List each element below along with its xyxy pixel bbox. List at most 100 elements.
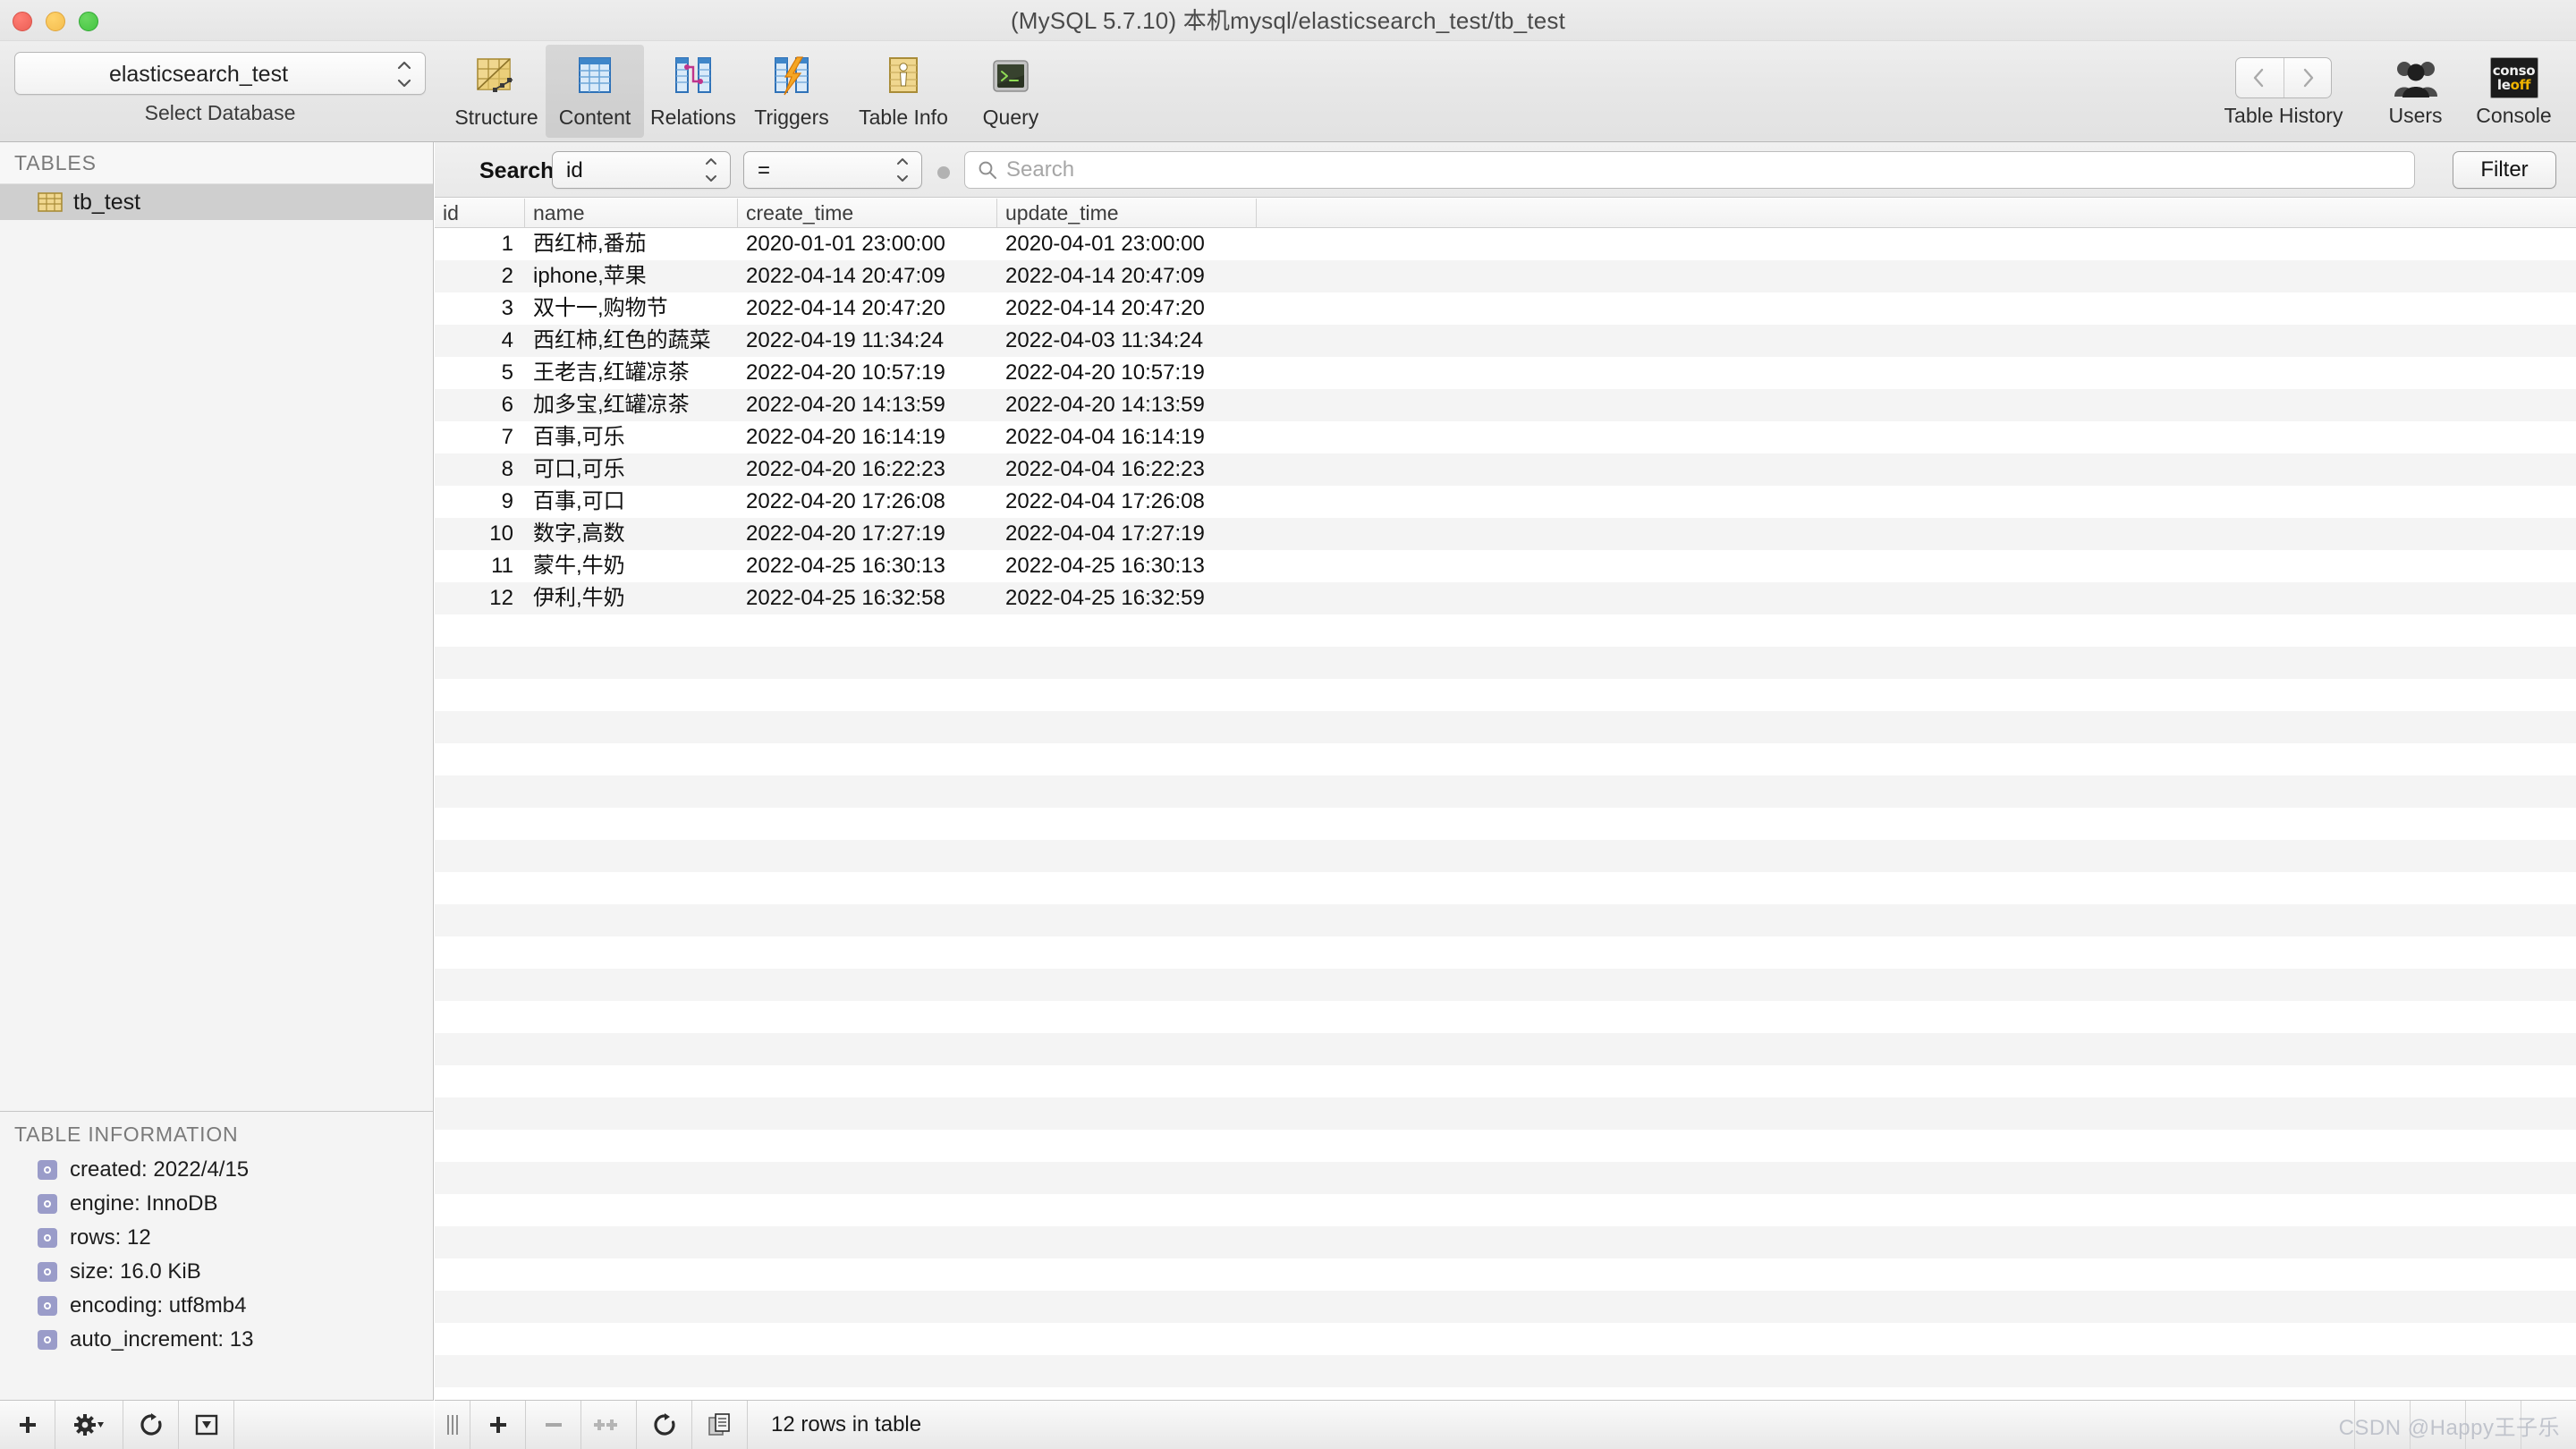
cell-update_time[interactable]	[996, 1258, 1256, 1291]
cell-name[interactable]	[524, 775, 737, 808]
cell-update_time[interactable]	[996, 1097, 1256, 1130]
table-row[interactable]: 10 数字,高数 2022-04-20 17:27:19 2022-04-04 17:…	[435, 518, 2576, 550]
history-forward-button[interactable]	[2284, 58, 2332, 97]
table-row[interactable]	[435, 647, 2576, 679]
cell-create_time[interactable]: 2022-04-20 10:57:19	[737, 357, 996, 389]
cell-create_time[interactable]: 2022-04-19 11:34:24	[737, 325, 996, 357]
cell-create_time[interactable]	[737, 904, 996, 936]
cell-name[interactable]	[524, 1387, 737, 1400]
cell-update_time[interactable]	[996, 1033, 1256, 1065]
table-row[interactable]	[435, 1258, 2576, 1291]
cell-create_time[interactable]	[737, 808, 996, 840]
cell-name[interactable]	[524, 1097, 737, 1130]
cell-create_time[interactable]	[737, 1387, 996, 1400]
table-row[interactable]: 8 可口,可乐 2022-04-20 16:22:23 2022-04-04 16:2…	[435, 453, 2576, 486]
cell-create_time[interactable]	[737, 1226, 996, 1258]
cell-create_time[interactable]	[737, 1001, 996, 1033]
table-row[interactable]	[435, 1130, 2576, 1162]
cell-name[interactable]	[524, 904, 737, 936]
cell-create_time[interactable]: 2022-04-20 17:27:19	[737, 518, 996, 550]
cell-id[interactable]: 5	[435, 357, 524, 389]
cell-name[interactable]	[524, 808, 737, 840]
cell-name[interactable]	[524, 647, 737, 679]
cell-create_time[interactable]	[737, 1291, 996, 1323]
cell-update_time[interactable]	[996, 808, 1256, 840]
cell-name[interactable]: 数字,高数	[524, 518, 737, 550]
duplicate-row-button[interactable]	[581, 1401, 637, 1449]
cell-id[interactable]	[435, 1258, 524, 1291]
refresh-rows-button[interactable]	[637, 1401, 692, 1449]
cell-update_time[interactable]	[996, 1162, 1256, 1194]
tab-query[interactable]: Query	[966, 45, 1055, 138]
cell-name[interactable]: 伊利,牛奶	[524, 582, 737, 614]
cell-create_time[interactable]	[737, 1130, 996, 1162]
cell-update_time[interactable]: 2022-04-25 16:30:13	[996, 550, 1256, 582]
cell-create_time[interactable]	[737, 840, 996, 872]
cell-update_time[interactable]: 2022-04-04 16:14:19	[996, 421, 1256, 453]
cell-id[interactable]	[435, 1194, 524, 1226]
table-row[interactable]	[435, 1001, 2576, 1033]
column-header-id[interactable]: id	[435, 199, 524, 228]
table-row[interactable]	[435, 936, 2576, 969]
cell-create_time[interactable]	[737, 936, 996, 969]
cell-name[interactable]	[524, 1130, 737, 1162]
cell-id[interactable]: 2	[435, 260, 524, 292]
cell-name[interactable]: 百事,可乐	[524, 421, 737, 453]
cell-name[interactable]	[524, 1226, 737, 1258]
cell-id[interactable]	[435, 904, 524, 936]
cell-update_time[interactable]	[996, 969, 1256, 1001]
cell-create_time[interactable]	[737, 1258, 996, 1291]
console-button[interactable]: conso leoff Console	[2462, 45, 2565, 128]
cell-update_time[interactable]: 2022-04-20 10:57:19	[996, 357, 1256, 389]
refresh-tables-button[interactable]	[123, 1401, 179, 1449]
cell-create_time[interactable]: 2022-04-25 16:30:13	[737, 550, 996, 582]
cell-name[interactable]: 双十一,购物节	[524, 292, 737, 325]
table-actions-button[interactable]	[55, 1401, 123, 1449]
cell-update_time[interactable]	[996, 775, 1256, 808]
cell-create_time[interactable]: 2022-04-20 17:26:08	[737, 486, 996, 518]
cell-id[interactable]: 3	[435, 292, 524, 325]
cell-id[interactable]	[435, 743, 524, 775]
cell-id[interactable]	[435, 647, 524, 679]
cell-name[interactable]: 西红柿,红色的蔬菜	[524, 325, 737, 357]
cell-id[interactable]: 7	[435, 421, 524, 453]
cell-update_time[interactable]: 2022-04-04 16:22:23	[996, 453, 1256, 486]
cell-update_time[interactable]	[996, 647, 1256, 679]
cell-update_time[interactable]	[996, 1065, 1256, 1097]
table-row[interactable]: 12 伊利,牛奶 2022-04-25 16:32:58 2022-04-25 16:…	[435, 582, 2576, 614]
cell-name[interactable]: 可口,可乐	[524, 453, 737, 486]
column-header-spacer[interactable]	[1256, 199, 2576, 228]
remove-row-button[interactable]	[526, 1401, 581, 1449]
cell-update_time[interactable]	[996, 840, 1256, 872]
cell-id[interactable]	[435, 1387, 524, 1400]
cell-name[interactable]	[524, 1033, 737, 1065]
cell-update_time[interactable]: 2022-04-20 14:13:59	[996, 389, 1256, 421]
table-row[interactable]: 2 iphone,苹果 2022-04-14 20:47:09 2022-04-14 …	[435, 260, 2576, 292]
cell-id[interactable]: 4	[435, 325, 524, 357]
add-row-button[interactable]	[470, 1401, 526, 1449]
cell-name[interactable]	[524, 936, 737, 969]
cell-create_time[interactable]	[737, 775, 996, 808]
cell-update_time[interactable]: 2022-04-04 17:26:08	[996, 486, 1256, 518]
table-row[interactable]	[435, 872, 2576, 904]
column-header-name[interactable]: name	[524, 199, 737, 228]
cell-id[interactable]: 12	[435, 582, 524, 614]
cell-create_time[interactable]	[737, 679, 996, 711]
table-row[interactable]	[435, 969, 2576, 1001]
cell-id[interactable]	[435, 872, 524, 904]
search-field-select[interactable]: id	[552, 151, 731, 189]
table-row[interactable]	[435, 775, 2576, 808]
cell-id[interactable]	[435, 969, 524, 1001]
cell-create_time[interactable]	[737, 872, 996, 904]
cell-id[interactable]	[435, 1323, 524, 1355]
cell-name[interactable]	[524, 614, 737, 647]
column-header-update_time[interactable]: update_time	[996, 199, 1256, 228]
add-table-button[interactable]	[0, 1401, 55, 1449]
cell-update_time[interactable]	[996, 743, 1256, 775]
table-row[interactable]: 1 西红柿,番茄 2020-01-01 23:00:00 2020-04-01 23:…	[435, 228, 2576, 260]
cell-create_time[interactable]	[737, 743, 996, 775]
cell-create_time[interactable]	[737, 1194, 996, 1226]
cell-create_time[interactable]: 2022-04-20 14:13:59	[737, 389, 996, 421]
tab-relations[interactable]: Relations	[644, 45, 742, 138]
cell-update_time[interactable]: 2022-04-03 11:34:24	[996, 325, 1256, 357]
